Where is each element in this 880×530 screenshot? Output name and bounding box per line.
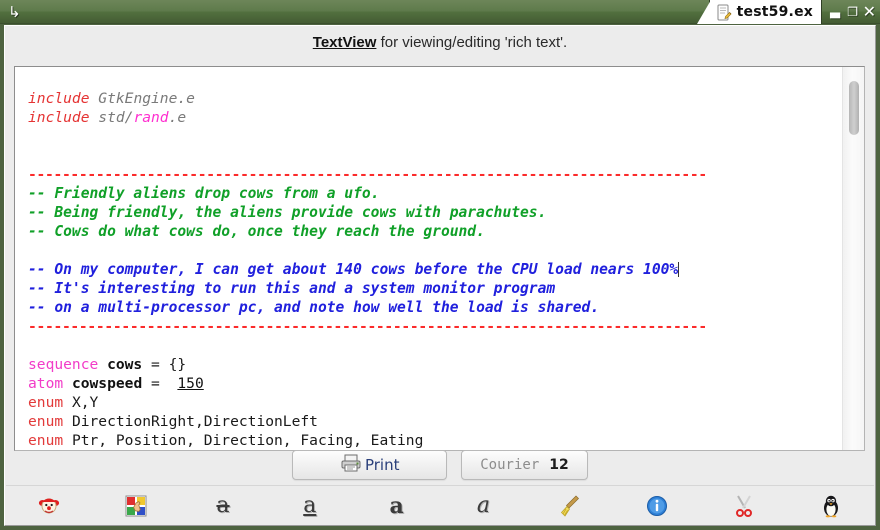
window-tab[interactable]: test59.ex — [696, 0, 822, 24]
vertical-scrollbar[interactable] — [842, 67, 864, 450]
close-button[interactable]: ✕ — [863, 3, 876, 21]
penguin-icon — [819, 494, 843, 518]
code-token: include — [28, 109, 90, 126]
code-token: 150 — [177, 375, 204, 392]
scissors-icon — [732, 494, 756, 518]
font-size-label: 12 — [549, 457, 569, 473]
text-view[interactable]: include GtkEngine.e include std/rand.e --… — [14, 66, 865, 451]
page-title-strong: TextView — [312, 34, 377, 51]
code-line: include GtkEngine.e — [28, 89, 856, 108]
code-token: atom — [28, 375, 72, 392]
code-token: ----------------------------------------… — [28, 318, 707, 335]
code-line: sequence cows = {} — [28, 355, 856, 374]
code-token: cowspeed — [71, 375, 143, 392]
code-token: enum — [28, 394, 72, 411]
window-title: test59.ex — [736, 4, 813, 20]
info-button[interactable] — [614, 486, 701, 526]
code-token: = {} — [142, 356, 187, 373]
client-area: TextView for viewing/editing 'rich text'… — [4, 25, 876, 526]
bold-a-icon: a — [389, 492, 404, 519]
strikethrough-a-button[interactable]: a — [180, 486, 267, 526]
color-palette-icon — [124, 494, 148, 518]
strikethrough-a-icon: a — [216, 492, 230, 518]
code-line: include std/rand.e — [28, 108, 856, 127]
code-content[interactable]: include GtkEngine.e include std/rand.e --… — [28, 89, 856, 450]
code-token: DirectionRight,DirectionLeft — [71, 413, 318, 430]
code-token: std/ — [89, 109, 134, 126]
scrollbar-thumb[interactable] — [849, 81, 859, 135]
print-button[interactable]: Print — [292, 450, 448, 480]
page-title-rest: for viewing/editing 'rich text'. — [376, 34, 568, 51]
code-line: ----------------------------------------… — [28, 165, 856, 184]
underline-a-button[interactable]: a — [266, 486, 353, 526]
code-token: sequence — [28, 356, 108, 373]
title-bar: ↳ test59.ex ▃ ❐ ✕ — [0, 0, 880, 24]
text-caret — [678, 262, 680, 277]
code-token: -- on a multi-processor pc, and note how… — [28, 299, 600, 316]
code-line: ----------------------------------------… — [28, 317, 856, 336]
code-token: -- It's interesting to run this and a sy… — [28, 280, 556, 297]
scissors-button[interactable] — [700, 486, 787, 526]
code-line: enum Ptr, Position, Direction, Facing, E… — [28, 431, 856, 450]
code-token: = — [142, 375, 178, 392]
code-token: X,Y — [71, 394, 99, 411]
code-line: -- Friendly aliens drop cows from a ufo. — [28, 184, 856, 203]
print-button-label: Print — [364, 456, 400, 474]
code-line: -- Being friendly, the aliens provide co… — [28, 203, 856, 222]
code-line: enum DirectionRight,DirectionLeft — [28, 412, 856, 431]
underline-a-icon: a — [303, 492, 317, 518]
bold-a-button[interactable]: a — [353, 486, 440, 526]
clown-face-button[interactable] — [6, 486, 93, 526]
printer-icon — [340, 453, 362, 478]
code-token: GtkEngine.e — [89, 90, 195, 107]
code-token: .e — [168, 109, 187, 126]
font-name-label: Courier — [480, 457, 540, 473]
code-token: ----------------------------------------… — [28, 166, 707, 183]
code-token: Ptr, Position, Direction, Facing, Eating — [71, 432, 424, 449]
broom-icon — [558, 494, 582, 518]
italic-a-icon: a — [476, 492, 490, 518]
code-line: -- on a multi-processor pc, and note how… — [28, 298, 856, 317]
penguin-button[interactable] — [787, 486, 874, 526]
button-row: Print Courier 12 — [5, 450, 875, 480]
code-token: -- Being friendly, the aliens provide co… — [28, 204, 547, 221]
code-line: -- It's interesting to run this and a sy… — [28, 279, 856, 298]
page-title: TextView for viewing/editing 'rich text'… — [5, 34, 875, 51]
broom-button[interactable] — [527, 486, 614, 526]
info-icon — [645, 494, 669, 518]
icon-toolbar: aaaa — [6, 485, 874, 525]
minimize-button[interactable]: ▃ — [830, 3, 840, 21]
window-menu-icon[interactable]: ↳ — [8, 3, 26, 21]
document-edit-icon — [716, 4, 732, 21]
code-token: enum — [28, 413, 72, 430]
font-button[interactable]: Courier 12 — [461, 450, 588, 480]
code-token: enum — [28, 432, 72, 449]
code-line: -- Cows do what cows do, once they reach… — [28, 222, 856, 241]
color-palette-button[interactable] — [93, 486, 180, 526]
code-token: cows — [107, 356, 143, 373]
code-line: enum X,Y — [28, 393, 856, 412]
code-token: -- Friendly aliens drop cows from a ufo. — [28, 185, 380, 202]
application-window: ↳ test59.ex ▃ ❐ ✕ TextView for viewing/e… — [0, 0, 880, 530]
maximize-button[interactable]: ❐ — [847, 3, 858, 21]
italic-a-button[interactable]: a — [440, 486, 527, 526]
clown-face-icon — [37, 494, 61, 518]
code-line: atom cowspeed = 150 — [28, 374, 856, 393]
code-token: -- On my computer, I can get about 140 c… — [28, 261, 679, 278]
code-token: rand — [133, 109, 169, 126]
code-line: -- On my computer, I can get about 140 c… — [28, 260, 856, 279]
code-token: -- Cows do what cows do, once they reach… — [28, 223, 485, 240]
code-token: include — [28, 90, 90, 107]
